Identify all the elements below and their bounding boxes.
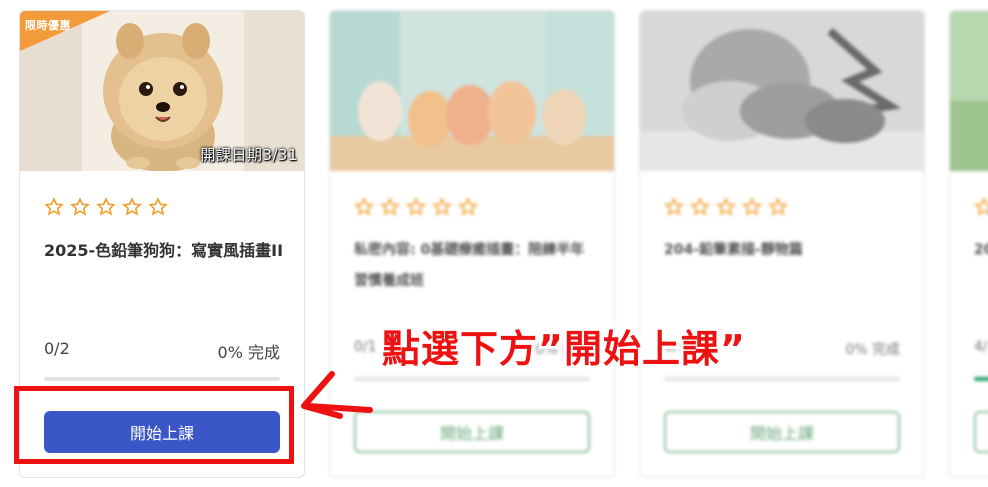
star-outline-icon[interactable] (70, 197, 90, 217)
pineapple-sketch-image (640, 11, 924, 171)
course-card[interactable]: 204-鉛筆素描-靜物篇 0/1 0% 完成 開始上課 (639, 10, 925, 478)
star-outline-icon[interactable] (768, 197, 788, 217)
course-title[interactable]: 2025-色鉛筆狗狗：寫實風插畫II (44, 235, 284, 266)
progress-bar (354, 377, 590, 381)
arrow-left-icon (301, 371, 373, 419)
start-course-button[interactable] (974, 411, 988, 453)
course-thumbnail[interactable] (950, 11, 988, 171)
progress-bar-fill (974, 377, 988, 381)
start-date-caption: 開課日期3/31 (200, 146, 298, 164)
progress-row: 0/2 0% 完成 (44, 339, 280, 363)
lesson-count: 4/ (974, 339, 988, 355)
star-outline-icon[interactable] (44, 197, 64, 217)
star-outline-icon[interactable] (122, 197, 142, 217)
star-outline-icon[interactable] (458, 197, 478, 217)
star-outline-icon[interactable] (974, 197, 988, 217)
rating-stars[interactable] (974, 197, 988, 217)
course-title[interactable]: 私密內容: 0基礎療癒插畫：陪練半年習慣養成班 (354, 235, 594, 297)
rating-stars[interactable] (664, 197, 788, 217)
course-title[interactable]: 204-鉛筆素描-靜物篇 (664, 235, 904, 266)
progress-row: 4/ (974, 339, 988, 355)
star-outline-icon[interactable] (354, 197, 374, 217)
progress-bar (664, 377, 900, 381)
star-outline-icon[interactable] (380, 197, 400, 217)
progress-bar (974, 377, 988, 381)
star-outline-icon[interactable] (690, 197, 710, 217)
progress-percent: 0% 完成 (845, 342, 900, 358)
star-outline-icon[interactable] (96, 197, 116, 217)
promo-badge-label: 限時優惠 (25, 19, 71, 32)
star-outline-icon[interactable] (406, 197, 426, 217)
star-outline-icon[interactable] (664, 197, 684, 217)
star-outline-icon[interactable] (148, 197, 168, 217)
star-outline-icon[interactable] (742, 197, 762, 217)
rating-stars[interactable] (44, 197, 168, 217)
course-thumbnail[interactable]: 限時優惠 開課日期3/31 (20, 11, 304, 171)
highlight-box (14, 386, 294, 464)
start-course-button[interactable]: 開始上課 (664, 411, 900, 453)
course-title[interactable]: 20 (974, 235, 988, 266)
annotation-instruction: 點選下方”開始上課” (382, 327, 746, 371)
star-outline-icon[interactable] (716, 197, 736, 217)
start-course-button[interactable]: 開始上課 (354, 411, 590, 453)
lesson-count: 0/1 (354, 339, 377, 355)
landscape-image (950, 11, 988, 171)
lesson-count: 0/2 (44, 339, 70, 358)
course-thumbnail[interactable] (330, 11, 614, 171)
cats-painting-image (330, 11, 614, 171)
star-outline-icon[interactable] (432, 197, 452, 217)
progress-percent: 0% 完成 (217, 343, 280, 362)
progress-bar (44, 377, 280, 381)
rating-stars[interactable] (354, 197, 478, 217)
course-thumbnail[interactable] (640, 11, 924, 171)
course-card[interactable]: 20 4/ (949, 10, 988, 478)
